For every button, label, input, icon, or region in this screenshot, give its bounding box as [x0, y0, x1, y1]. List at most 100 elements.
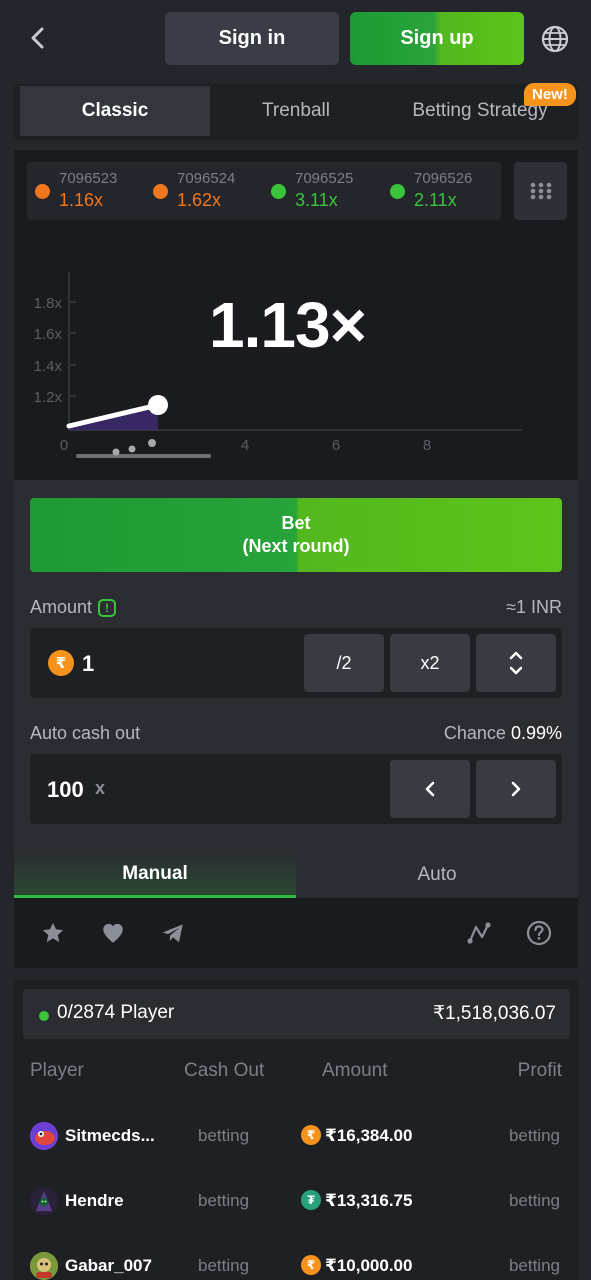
- player-row[interactable]: Gabar_007 betting ₹ ₹10,000.00 betting: [14, 1247, 578, 1280]
- help-icon[interactable]: [524, 918, 554, 948]
- player-cashout: betting: [198, 1126, 250, 1145]
- bet-button-label: Bet: [281, 513, 311, 533]
- rupee-coin-icon: ₹: [301, 1125, 321, 1145]
- total-bet-amount: ₹1,518,036.07: [432, 1003, 556, 1024]
- history-item[interactable]: 7096523 1.16x: [29, 170, 139, 214]
- player-name: Gabar_007: [65, 1256, 152, 1275]
- cashout-markers: [76, 439, 211, 458]
- chevron-right-icon: [511, 781, 521, 797]
- online-dot: [39, 1011, 49, 1021]
- history-item[interactable]: 7096525 3.11x: [265, 170, 375, 214]
- players-summary: 0/2874 Player ₹1,518,036.07: [23, 989, 570, 1039]
- amount-label: Amount!: [30, 597, 117, 618]
- player-name: Hendre: [65, 1191, 124, 1210]
- tab-manual[interactable]: Manual: [14, 852, 296, 898]
- double-amount-button[interactable]: x2: [390, 634, 470, 692]
- player-amount: ₹16,384.00: [325, 1126, 413, 1145]
- amount-input-row: ₹ 1 /2 x2: [30, 628, 562, 698]
- history-value: 1.62x: [177, 190, 222, 210]
- chance-display: Chance 0.99%: [444, 723, 562, 744]
- y-tick-label: 1.4x: [34, 358, 63, 375]
- auto-cashout-label: Auto cash out: [30, 723, 141, 743]
- player-profit: betting: [508, 1191, 560, 1210]
- avatar: [30, 1187, 58, 1215]
- column-header-amount: Amount: [322, 1060, 388, 1081]
- bet-button-sublabel: (Next round): [242, 536, 350, 556]
- history-dot: [390, 184, 405, 199]
- player-row[interactable]: Hendre betting ₮ ₹13,316.75 betting: [14, 1182, 578, 1242]
- current-multiplier: 1.13×: [209, 289, 367, 361]
- y-tick-label: 1.8x: [34, 295, 63, 312]
- y-tick-label: 1.2x: [34, 389, 63, 406]
- avatar: [30, 1252, 58, 1280]
- player-cashout: betting: [198, 1256, 250, 1275]
- globe-icon[interactable]: [540, 24, 570, 54]
- bet-mode-tabs: Manual Auto: [14, 852, 578, 898]
- player-count: 0/2874 Player: [57, 1002, 175, 1023]
- chevron-left-icon: [425, 781, 435, 797]
- info-icon[interactable]: !: [98, 599, 117, 618]
- multiplier-suffix: x: [95, 778, 106, 798]
- x-tick-label: 8: [423, 437, 431, 454]
- history-grid-button[interactable]: [514, 162, 567, 220]
- history-id: 7096526: [414, 170, 473, 187]
- bet-button[interactable]: Bet (Next round): [30, 498, 562, 572]
- back-arrow-icon[interactable]: [22, 22, 54, 54]
- history-dot: [271, 184, 286, 199]
- star-icon[interactable]: [38, 918, 68, 948]
- avatar: [30, 1122, 58, 1150]
- player-amount: ₹13,316.75: [325, 1191, 413, 1210]
- auto-cashout-input[interactable]: 100: [47, 777, 84, 803]
- player-profit: betting: [508, 1256, 560, 1275]
- history-value: 2.11x: [414, 190, 457, 210]
- chance-label: Chance: [443, 723, 506, 743]
- top-bar: Sign in Sign up: [0, 0, 591, 78]
- increase-cashout-button[interactable]: [476, 760, 556, 818]
- history-value: 1.16x: [59, 190, 104, 210]
- sign-up-button[interactable]: Sign up: [350, 12, 524, 65]
- history-item[interactable]: 7096526 2.11x: [384, 170, 494, 214]
- half-amount-button[interactable]: /2: [304, 634, 384, 692]
- history-id: 7096524: [177, 170, 236, 187]
- player-profit: betting: [508, 1126, 560, 1145]
- player-amount: ₹10,000.00: [325, 1256, 413, 1275]
- rupee-coin-icon: ₹: [301, 1255, 321, 1275]
- heart-icon[interactable]: [98, 918, 128, 948]
- player-row[interactable]: Sitmecds... betting ₹ ₹16,384.00 betting: [14, 1117, 578, 1177]
- chance-value: 0.99%: [510, 723, 562, 743]
- tab-auto[interactable]: Auto: [296, 852, 578, 898]
- amount-input[interactable]: 1: [82, 651, 94, 677]
- history-dot: [153, 184, 168, 199]
- amount-conversion: ≈1 INR: [506, 597, 562, 617]
- tab-trenball[interactable]: Trenball: [210, 86, 382, 136]
- chevron-up-down-icon: [509, 651, 523, 675]
- game-panel: 7096523 1.16x 7096524 1.62x 7096525 3.11…: [14, 150, 578, 480]
- history-dot: [35, 184, 50, 199]
- action-icon-bar: [14, 898, 578, 968]
- new-badge: New!: [524, 83, 576, 106]
- round-history: 7096523 1.16x 7096524 1.62x 7096525 3.11…: [27, 162, 501, 220]
- sign-in-button[interactable]: Sign in: [165, 12, 339, 65]
- history-item[interactable]: 7096524 1.62x: [147, 170, 257, 214]
- crash-graph: 1.8x 1.6x 1.4x 1.2x 0 4 6 8: [34, 272, 522, 458]
- x-tick-label: 4: [241, 437, 249, 454]
- history-value: 3.11x: [295, 190, 338, 210]
- column-header-cashout: Cash Out: [184, 1060, 265, 1081]
- column-header-player: Player: [30, 1060, 84, 1081]
- decrease-cashout-button[interactable]: [390, 760, 470, 818]
- curve-head: [148, 395, 168, 415]
- amount-label-text: Amount: [30, 597, 93, 617]
- amount-range-button[interactable]: [476, 634, 556, 692]
- column-header-profit: Profit: [517, 1060, 562, 1081]
- player-cashout: betting: [198, 1191, 250, 1210]
- player-name: Sitmecds...: [65, 1126, 155, 1145]
- tab-classic[interactable]: Classic: [20, 86, 210, 136]
- trend-graph-icon[interactable]: [464, 918, 494, 948]
- tether-coin-icon: ₮: [301, 1190, 321, 1210]
- history-id: 7096523: [59, 170, 118, 187]
- x-tick-label: 0: [60, 437, 68, 454]
- grid-dots-icon: [530, 182, 551, 200]
- telegram-icon[interactable]: [158, 918, 188, 948]
- auto-cashout-input-row: 100 x: [30, 754, 562, 824]
- history-id: 7096525: [295, 170, 354, 187]
